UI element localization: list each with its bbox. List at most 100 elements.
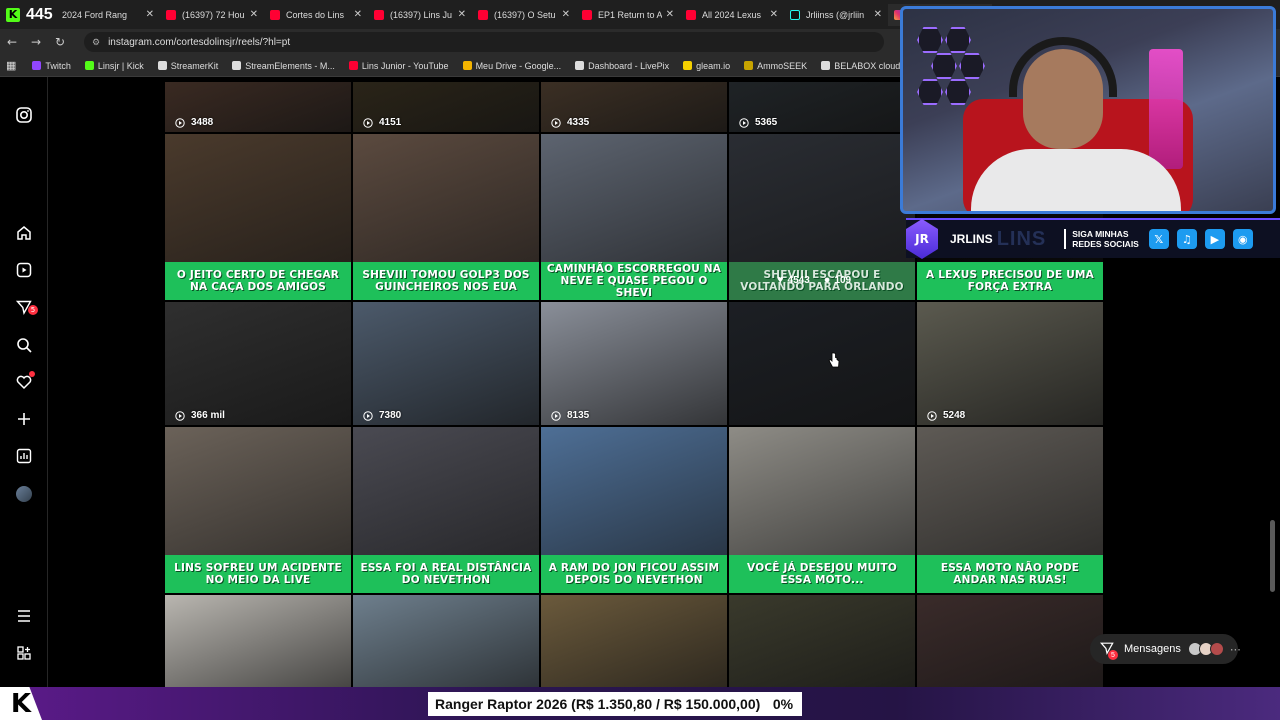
reel-thumbnail[interactable]: SHEVIII ESCAPOU E VOLTANDO PARA ORLANDO ♥… <box>729 134 915 300</box>
heart-icon[interactable] <box>14 371 35 392</box>
view-count: 3488 <box>175 117 213 128</box>
reel-caption: A RAM DO JON FICOU ASSIM DEPOIS DO NEVET… <box>541 555 727 593</box>
browser-tab[interactable]: Jrliinss (@jrliin ✕ <box>784 4 888 26</box>
tab-title: Cortes do Lins <box>286 9 345 20</box>
apps-icon[interactable]: ▦ <box>6 59 16 72</box>
reel-thumbnail[interactable]: SHEVIII TOMOU GOLP3 DOS GUINCHEIROS NOS … <box>353 134 539 300</box>
close-tab-icon[interactable]: ✕ <box>146 9 154 20</box>
bookmark-item[interactable]: Linsjr | Kick <box>84 61 144 71</box>
bookmark-favicon-icon <box>683 61 693 70</box>
kick-k-icon: K <box>0 687 42 720</box>
hover-stats: ♥ 4543 ● 109 <box>777 274 851 286</box>
close-tab-icon[interactable]: ✕ <box>250 9 258 20</box>
browser-tab[interactable]: (16397) Lins Ju ✕ <box>368 4 472 26</box>
reel-thumbnail[interactable]: 366 mil <box>165 302 351 425</box>
browser-tab[interactable]: All 2024 Lexus ✕ <box>680 4 784 26</box>
bookmark-label: Meu Drive - Google... <box>475 60 562 71</box>
reel-thumbnail[interactable]: ESSA MOTO NÃO PODE ANDAR NAS RUAS! <box>917 427 1103 593</box>
site-info-icon[interactable]: ⚙ <box>92 37 100 48</box>
view-count-text: 4335 <box>567 117 590 128</box>
bookmark-item[interactable]: StreamerKit <box>157 61 218 71</box>
reel-caption: LINS SOFREU UM ACIDENTE NO MEIO DA LIVE <box>165 555 351 593</box>
reel-thumbnail[interactable]: 4335 <box>541 82 727 132</box>
stream-goal-bar: Ranger Raptor 2026 (R$ 1.350,80 / R$ 150… <box>428 692 802 716</box>
view-count-text: 366 mil <box>191 410 225 421</box>
heart-icon: ♥ <box>777 274 784 286</box>
bookmark-item[interactable]: Lins Junior - YouTube <box>348 61 449 71</box>
reel-thumbnail[interactable] <box>729 595 915 687</box>
close-tab-icon[interactable]: ✕ <box>562 9 570 20</box>
goal-text: Ranger Raptor 2026 (R$ 1.350,80 / R$ 150… <box>435 696 761 712</box>
instagram-logo-icon[interactable] <box>14 105 34 125</box>
reel-thumbnail[interactable]: LINS SOFREU UM ACIDENTE NO MEIO DA LIVE <box>165 427 351 593</box>
reel-thumbnail[interactable]: 4151 <box>353 82 539 132</box>
bookmark-item[interactable]: Dashboard - LivePix <box>575 61 669 71</box>
reel-thumbnail[interactable]: 7380 <box>353 302 539 425</box>
reel-thumbnail[interactable]: VOCÊ JÁ DESEJOU MUITO ESSA MOTO... <box>729 427 915 593</box>
reel-thumbnail[interactable] <box>729 302 915 425</box>
close-tab-icon[interactable]: ✕ <box>874 9 882 20</box>
bookmark-item[interactable]: Meu Drive - Google... <box>462 60 562 71</box>
bookmark-item[interactable]: StreamElements - M... <box>232 61 335 71</box>
close-tab-icon[interactable]: ✕ <box>666 9 674 20</box>
reel-thumbnail[interactable]: O JEITO CERTO DE CHEGAR NA CAÇA DOS AMIG… <box>165 134 351 300</box>
home-icon[interactable] <box>14 223 34 243</box>
close-tab-icon[interactable]: ✕ <box>458 9 466 20</box>
close-tab-icon[interactable]: ✕ <box>770 9 778 20</box>
back-icon[interactable]: ← <box>0 35 24 49</box>
reel-thumbnail[interactable] <box>165 595 351 687</box>
bookmark-favicon-icon <box>744 61 754 70</box>
view-count: 5248 <box>927 410 965 421</box>
browser-tab[interactable]: EP1 Return to A ✕ <box>576 4 680 26</box>
messages-button[interactable]: 5 Mensagens ⋯ <box>1090 634 1241 664</box>
bookmark-label: Twitch <box>45 60 71 71</box>
x-icon: 𝕏 <box>1148 229 1169 249</box>
tab-title: EP1 Return to A <box>598 9 662 20</box>
reel-thumbnail[interactable]: 5248 <box>917 302 1103 425</box>
bookmark-item[interactable]: AmmoSEEK <box>744 61 807 71</box>
reel-thumbnail[interactable]: A RAM DO JON FICOU ASSIM DEPOIS DO NEVET… <box>541 427 727 593</box>
reel-thumbnail[interactable] <box>917 595 1103 687</box>
page-scrollbar[interactable] <box>1270 520 1275 592</box>
view-count-text: 7380 <box>379 410 402 421</box>
reel-thumbnail[interactable]: 5365 <box>729 82 915 132</box>
reel-thumbnail[interactable] <box>353 595 539 687</box>
reel-thumbnail[interactable] <box>541 595 727 687</box>
play-icon <box>551 117 561 128</box>
search-icon[interactable] <box>14 335 34 355</box>
create-icon[interactable] <box>14 409 34 429</box>
bookmark-label: BELABOX cloud <box>834 60 901 71</box>
insights-icon[interactable] <box>14 446 34 466</box>
youtube-icon: ▶ <box>1204 229 1225 249</box>
reel-thumbnail[interactable]: 8135 <box>541 302 727 425</box>
bookmark-item[interactable]: Twitch <box>32 61 71 71</box>
kick-icon: K <box>0 0 26 29</box>
browser-tab[interactable]: (16397) 72 Hou ✕ <box>160 4 264 26</box>
goal-percent: 0% <box>772 696 794 712</box>
reel-thumbnail[interactable]: ESSA FOI A REAL DISTÂNCIA DO NEVETHON <box>353 427 539 593</box>
bookmark-item[interactable]: BELABOX cloud <box>821 61 900 71</box>
view-count: 5365 <box>739 117 777 128</box>
browser-tab[interactable]: 2024 Ford Rang ✕ <box>56 4 160 26</box>
browser-tab[interactable]: (16397) O Setu ✕ <box>472 4 576 26</box>
youtube-favicon-icon <box>686 9 696 20</box>
reels-icon[interactable] <box>14 260 34 280</box>
profile-avatar[interactable] <box>14 484 34 504</box>
view-count: 4151 <box>363 117 401 128</box>
bookmark-item[interactable]: gleam.io <box>683 61 730 71</box>
browser-tab[interactable]: Cortes do Lins ✕ <box>264 4 368 26</box>
direct-messages-icon[interactable]: 5 <box>14 297 38 317</box>
instagram-sidebar: 5 <box>0 77 48 687</box>
view-count-text: 4151 <box>379 117 402 128</box>
more-icon[interactable]: ⋯ <box>1230 643 1241 656</box>
meta-apps-icon[interactable] <box>14 643 34 663</box>
url-field[interactable]: ⚙ instagram.com/cortesdolinsjr/reels/?hl… <box>84 32 884 52</box>
reel-thumbnail[interactable]: 3488 <box>165 82 351 132</box>
screen: K 445 2024 Ford Rang ✕ (16397) 72 Hou ✕ Cort… <box>0 0 1280 720</box>
reel-thumbnail[interactable]: CAMINHÃO ESCORREGOU NA NEVE E QUASE PEGO… <box>541 134 727 300</box>
menu-icon[interactable] <box>14 606 34 626</box>
forward-icon[interactable]: → <box>24 35 48 49</box>
bookmark-favicon-icon <box>32 61 42 70</box>
close-tab-icon[interactable]: ✕ <box>354 9 362 20</box>
reload-icon[interactable]: ↻ <box>48 35 72 49</box>
